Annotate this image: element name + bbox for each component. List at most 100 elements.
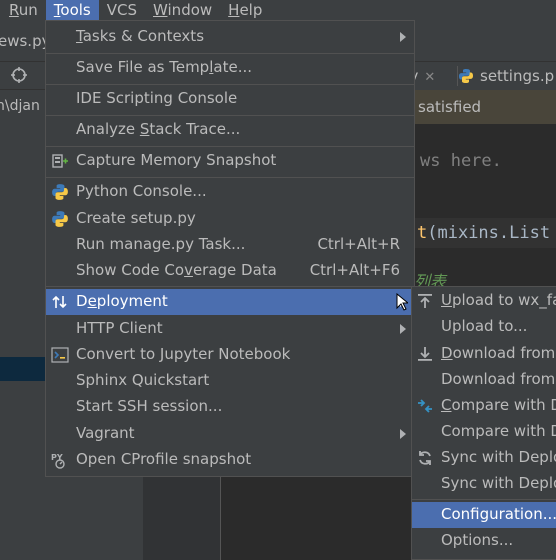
menu-item-python-console[interactable]: Python Console... — [46, 179, 414, 205]
mnemonic: e — [87, 292, 97, 310]
submenu-item-label: Compare with D — [441, 422, 556, 440]
menu-item-capture-memory[interactable]: Capture Memory Snapshot — [46, 148, 414, 174]
menu-separator — [46, 84, 414, 85]
submenu-item-label: Compare with D — [441, 396, 556, 414]
label-rest: asks & Contexts — [82, 27, 205, 45]
menu-item-label: Python Console... — [76, 182, 207, 200]
menu-item-analyze-stack[interactable]: Analyze Stack Trace... — [46, 117, 414, 143]
submenu-item-label: Sync with Deplo — [441, 448, 556, 466]
menu-item-label: Start SSH session... — [76, 397, 223, 415]
menu-item-save-template[interactable]: Save File as Template... — [46, 55, 414, 81]
project-path[interactable]: n\djan — [0, 98, 40, 114]
label-pre: Analyze — [76, 120, 140, 138]
compare-icon — [418, 399, 432, 413]
locate-icon[interactable] — [10, 66, 28, 84]
menu-item-label: Convert to Jupyter Notebook — [76, 345, 291, 363]
menu-item-deployment[interactable]: Deployment — [46, 289, 414, 315]
code-class-line: t(mixins.List — [417, 223, 550, 243]
submenu-item-upload-to-server[interactable]: Upload to wx_fa — [412, 288, 556, 314]
menu-window[interactable]: Window — [145, 0, 220, 20]
menu-item-ssh-session[interactable]: Start SSH session... — [46, 394, 414, 420]
submenu-item-sync-deployed[interactable]: Sync with Deplo — [412, 445, 556, 471]
menu-window-mnemonic: W — [153, 1, 168, 19]
menu-tools[interactable]: Tools — [45, 0, 99, 20]
download-icon — [418, 347, 432, 361]
label-rest: erage Data — [192, 261, 277, 279]
submenu-item-label: Configuration... — [441, 505, 556, 523]
menu-run-label: un — [18, 1, 38, 19]
menu-separator — [46, 115, 414, 116]
menu-item-sphinx[interactable]: Sphinx Quickstart — [46, 368, 414, 394]
sync-icon — [419, 451, 431, 465]
menu-separator — [46, 53, 414, 54]
tab-settings[interactable]: settings.p — [458, 62, 554, 90]
jupyter-icon — [51, 347, 69, 363]
menu-item-label: Capture Memory Snapshot — [76, 151, 277, 169]
menu-help-label: elp — [239, 1, 263, 19]
menu-window-label: indow — [167, 1, 213, 19]
menu-separator — [46, 286, 414, 287]
submenu-item-label: Upload to... — [441, 317, 528, 335]
menu-item-convert-jupyter[interactable]: Convert to Jupyter Notebook — [46, 342, 414, 368]
menu-run[interactable]: Run — [0, 0, 46, 20]
submenu-item-configuration[interactable]: Configuration... — [412, 502, 556, 528]
menu-item-label: Deployment — [76, 292, 168, 310]
menu-item-shortcut: Ctrl+Alt+R — [317, 235, 400, 253]
code-comment-line: ws here. — [420, 151, 502, 171]
label-rest: ate... — [213, 58, 252, 76]
menu-item-http-client[interactable]: HTTP Client — [46, 316, 414, 342]
submenu-arrow-icon — [400, 429, 406, 439]
menu-run-mnemonic: R — [9, 1, 19, 19]
menu-bar: Run Tools VCS Window Help — [0, 0, 556, 20]
mnemonic: U — [441, 291, 452, 309]
submenu-item-compare-deployed-2[interactable]: Compare with D — [412, 419, 556, 445]
menu-item-label: IDE Scripting Console — [76, 89, 238, 107]
tab-settings-label: settings.p — [480, 67, 555, 85]
menu-item-code-coverage[interactable]: Show Code Coverage Data Ctrl+Alt+F6 — [46, 258, 414, 284]
label-rest: pload to wx_fa — [451, 291, 556, 309]
menu-separator — [46, 146, 414, 147]
menu-vcs[interactable]: VCS — [99, 0, 145, 20]
menu-item-ide-scripting[interactable]: IDE Scripting Console — [46, 86, 414, 112]
python-icon — [52, 211, 68, 227]
menu-item-cprofile[interactable]: PY Open CProfile snapshot — [46, 447, 414, 473]
submenu-item-upload-to[interactable]: Upload to... — [412, 314, 556, 340]
menu-item-label: Vagrant — [76, 424, 135, 442]
mnemonic: D — [441, 344, 453, 362]
menu-vcs-label: VCS — [106, 1, 137, 19]
submenu-item-label: Sync with Deplo — [441, 474, 556, 492]
menu-item-label: Show Code Coverage Data — [76, 261, 277, 279]
submenu-arrow-icon — [400, 324, 406, 334]
menu-separator — [46, 177, 414, 178]
code-function-name: t — [417, 223, 428, 243]
menu-item-tasks-contexts[interactable]: Tasks & Contexts — [46, 24, 414, 50]
menu-item-shortcut: Ctrl+Alt+F6 — [309, 261, 400, 279]
mnemonic: v — [184, 261, 193, 279]
submenu-item-sync-deployed-2[interactable]: Sync with Deplo — [412, 471, 556, 497]
upload-icon — [418, 294, 432, 308]
python-icon — [52, 184, 68, 200]
menu-item-label: Analyze Stack Trace... — [76, 120, 240, 138]
close-icon[interactable]: ✕ — [424, 70, 435, 85]
tools-menu: Tasks & Contexts Save File as Template..… — [45, 20, 415, 477]
menu-item-label: Open CProfile snapshot — [76, 450, 252, 468]
breadcrumb-file[interactable]: ews.py — [0, 32, 50, 50]
submenu-item-download-from[interactable]: Download from. — [412, 367, 556, 393]
deployment-icon — [52, 295, 67, 309]
menu-item-label: Sphinx Quickstart — [76, 371, 210, 389]
submenu-item-compare-deployed[interactable]: Compare with D — [412, 393, 556, 419]
mnemonic: T — [76, 27, 83, 45]
menu-help[interactable]: Help — [220, 0, 270, 20]
label-pre: Save File as Temp — [76, 58, 210, 76]
label-pre: Show Code Co — [76, 261, 185, 279]
menu-item-label: HTTP Client — [76, 319, 163, 337]
menu-item-run-manage[interactable]: Run manage.py Task... Ctrl+Alt+R — [46, 232, 414, 258]
submenu-arrow-icon — [400, 32, 406, 42]
submenu-item-download-from-server[interactable]: Download from — [412, 341, 556, 367]
menu-item-label: Tasks & Contexts — [76, 27, 204, 45]
submenu-separator — [412, 499, 556, 500]
menu-tools-label: ools — [60, 1, 91, 19]
menu-item-create-setup[interactable]: Create setup.py — [46, 206, 414, 232]
menu-item-vagrant[interactable]: Vagrant — [46, 421, 414, 447]
submenu-item-options[interactable]: Options... — [412, 528, 556, 554]
